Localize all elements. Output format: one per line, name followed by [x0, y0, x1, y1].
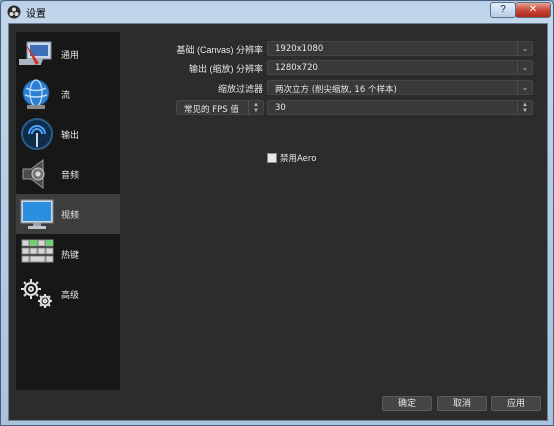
title-bar: 设置 ? ✕: [1, 1, 553, 23]
speaker-icon: [22, 159, 45, 189]
settings-sidebar: 通用 流 输出 音频 视频 热键 高级: [16, 32, 120, 390]
apply-button[interactable]: 应用: [491, 396, 541, 411]
sidebar-item-output[interactable]: 输出: [16, 114, 120, 154]
stream-globe-icon: [22, 79, 50, 109]
fps-type-combo[interactable]: 常见的 FPS 值 ▲ ▼: [176, 100, 264, 115]
downscale-filter-value: 两次立方 (削尖缩放, 16 个样本): [275, 85, 397, 95]
sidebar-item-general[interactable]: 通用: [16, 34, 120, 74]
fps-type-label: 常见的 FPS 值: [184, 105, 239, 115]
downscale-filter-label: 缩放过滤器: [217, 84, 263, 94]
settings-window: 设置 ? ✕ 通用 流 输出 音频 视频 热键 高级 基础 (Canvas) 分…: [0, 0, 554, 426]
keyboard-icon: [21, 239, 54, 263]
output-antenna-icon: [21, 118, 53, 150]
sidebar-item-label: 通用: [61, 50, 80, 60]
sidebar-item-advanced[interactable]: 高级: [16, 274, 120, 314]
close-button[interactable]: ✕: [515, 2, 551, 18]
disable-aero-label: 禁用Aero: [280, 154, 317, 164]
sidebar-item-audio[interactable]: 音频: [16, 154, 120, 194]
fps-value: 30: [275, 103, 286, 113]
downscale-filter-combo[interactable]: 两次立方 (削尖缩放, 16 个样本) ⌄: [267, 80, 533, 95]
cancel-button[interactable]: 取消: [437, 396, 487, 411]
ok-button[interactable]: 确定: [382, 396, 432, 411]
output-resolution-combo[interactable]: 1280x720 ⌄: [267, 60, 533, 75]
sidebar-item-label: 音频: [61, 170, 80, 180]
settings-client-area: 通用 流 输出 音频 视频 热键 高级 基础 (Canvas) 分辨率 1920…: [8, 23, 548, 421]
spin-arrows-icon[interactable]: ▲ ▼: [517, 101, 532, 115]
sidebar-item-video[interactable]: 视频: [16, 194, 120, 234]
disable-aero-checkbox[interactable]: [267, 153, 277, 163]
sidebar-item-label: 流: [61, 90, 71, 100]
chevron-down-icon[interactable]: ⌄: [517, 61, 532, 74]
general-icon: [19, 41, 52, 65]
app-icon: [7, 5, 21, 19]
gears-icon: [21, 279, 52, 308]
sidebar-item-label: 视频: [61, 210, 80, 220]
base-resolution-value: 1920x1080: [275, 44, 324, 54]
sidebar-item-label: 高级: [61, 290, 80, 300]
chevron-down-icon[interactable]: ⌄: [517, 42, 532, 55]
monitor-icon: [20, 199, 54, 229]
spin-arrows-icon[interactable]: ▲ ▼: [248, 101, 263, 115]
output-resolution-label: 输出 (缩放) 分辨率: [189, 64, 263, 74]
fps-value-combo[interactable]: 30 ▲ ▼: [267, 100, 533, 115]
help-button[interactable]: ?: [490, 2, 516, 18]
sidebar-item-label: 热键: [61, 250, 80, 260]
sidebar-item-hotkeys[interactable]: 热键: [16, 234, 120, 274]
base-resolution-combo[interactable]: 1920x1080 ⌄: [267, 41, 533, 56]
chevron-down-icon[interactable]: ⌄: [517, 81, 532, 94]
sidebar-item-stream[interactable]: 流: [16, 74, 120, 114]
base-resolution-label: 基础 (Canvas) 分辨率: [176, 45, 263, 55]
sidebar-item-label: 输出: [61, 130, 80, 140]
output-resolution-value: 1280x720: [275, 63, 318, 73]
window-title: 设置: [26, 9, 46, 20]
